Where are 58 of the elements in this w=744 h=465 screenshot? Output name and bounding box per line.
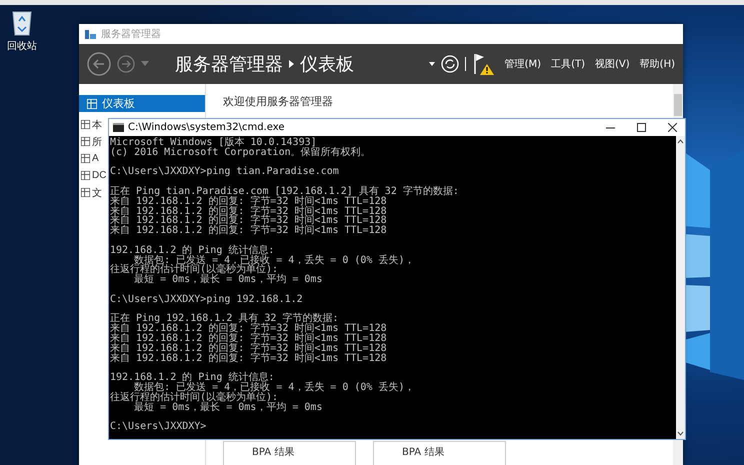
sidebar-item[interactable]: 文 [79,184,103,201]
sidebar-item-icon [87,98,97,108]
window-title: 服务器管理器 [101,28,161,41]
sidebar-item[interactable]: 仪表板 [79,95,205,112]
scrollbar[interactable] [676,136,685,439]
console-line: 来自 192.168.1.2 的回复: 字节=32 时间<1ms TTL=128 [110,196,388,207]
server-manager-icon [85,28,96,40]
maximize-icon[interactable] [637,123,646,132]
console-line: 来自 192.168.1.2 的回复: 字节=32 时间<1ms TTL=128 [110,206,388,216]
welcome-heading: 欢迎使用服务器管理器 [223,94,334,109]
console-line: 正在 Ping tian.Paradise.com [192.168.1.2] 具有 32 字节的数据: [110,186,460,197]
dashboard-tile[interactable]: BPA 结果 [373,441,506,465]
sidebar-item-icon [81,120,90,129]
flag-warning-icon[interactable] [472,52,495,76]
divider-icon [464,57,467,71]
breadcrumb-item[interactable]: 服务器管理器 [175,52,283,76]
breadcrumb-arrow-icon [289,60,294,68]
console-line: 来自 192.168.1.2 的回复: 字节=32 时间<1ms TTL=128 [110,226,388,236]
menu-item[interactable]: 视图(V) [595,57,630,71]
window-title: C:\Windows\system32\cmd.exe [128,122,284,133]
console-line: (c) 2016 Microsoft Corporation。保留所有权利。 [110,148,372,158]
console-icon [113,123,124,132]
console-line: 192.168.1.2 的 Ping 统计信息: [110,246,276,256]
console-line: C:\Users\JXXDXY>ping tian.Paradise.com [110,167,340,178]
console-line: 来自 192.168.1.2 的回复: 字节=32 时间<1ms TTL=128 [110,344,388,354]
back-icon[interactable] [87,52,111,76]
menu-item[interactable]: 管理(M) [504,57,542,71]
menu-item[interactable]: 帮助(H) [640,57,675,71]
console-line: 往返行程的估计时间(以毫秒为单位): [110,392,278,403]
scrollbar-thumb[interactable] [674,94,682,116]
sidebar-item-icon [81,171,90,180]
sidebar-item[interactable]: DC [79,167,108,184]
forward-icon[interactable] [117,55,135,73]
dashboard-tile[interactable]: BPA 结果 [223,441,356,465]
sidebar-item[interactable]: A [79,150,100,167]
console-line: 最短 = 0ms，最长 = 0ms，平均 = 0ms [133,402,324,412]
console-line: 最短 = 0ms，最长 = 0ms，平均 = 0ms [133,275,324,285]
refresh-icon[interactable] [440,55,459,73]
sidebar-item[interactable]: 所 [79,133,103,150]
sidebar-item-icon [81,154,90,163]
scroll-down-icon[interactable] [676,430,685,437]
caret-icon[interactable] [428,62,435,66]
sidebar-item[interactable]: 本 [79,116,103,133]
console-line: 192.168.1.2 的 Ping 统计信息: [110,373,276,383]
console-line: C:\Users\JXXDXY>ping 192.168.1.2 [110,294,304,305]
console-line: 来自 192.168.1.2 的回复: 字节=32 时间<1ms TTL=128 [110,324,388,334]
close-icon[interactable] [668,123,677,132]
console-line: Microsoft Windows [版本 10.0.14393] [110,138,317,148]
scroll-up-icon[interactable] [676,138,685,145]
sidebar-item-icon [81,137,90,146]
console-line: 数据包: 已发送 = 4，已接收 = 4，丢失 = 0 (0% 丢失)， [134,382,416,393]
menu-item[interactable]: 工具(T) [551,57,586,71]
breadcrumb-item[interactable]: 仪表板 [300,52,354,76]
console-line: 来自 192.168.1.2 的回复: 字节=32 时间<1ms TTL=128 [110,354,388,364]
console-line: C:\Users\JXXDXY> [110,422,208,432]
desktop-icon-label[interactable]: 回收站 [7,39,37,53]
sidebar-item-icon [81,188,90,197]
console-line: 来自 192.168.1.2 的回复: 字节=32 时间<1ms TTL=128 [110,334,388,344]
